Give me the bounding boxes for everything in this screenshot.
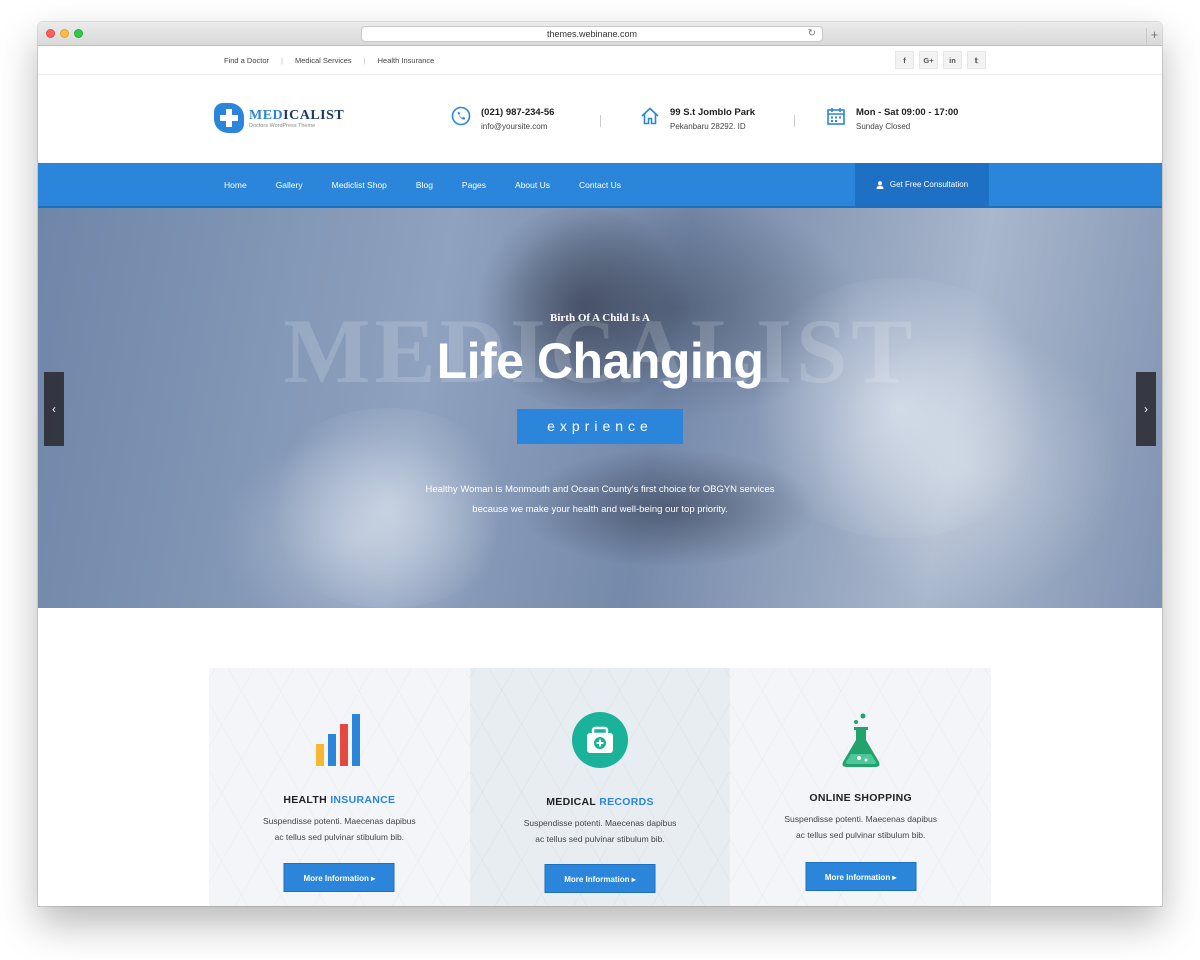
- nav-item-shop[interactable]: Mediclist Shop: [332, 180, 387, 190]
- feature-card-medical-records: MEDICAL RECORDS Suspendisse potenti. Mae…: [469, 668, 731, 906]
- hero-kicker: Birth Of A Child Is A: [550, 312, 650, 324]
- phone-number[interactable]: (021) 987-234-56: [481, 107, 554, 119]
- nav-menu: Home Gallery Mediclist Shop Blog Pages A…: [224, 163, 650, 206]
- divider: [600, 115, 601, 127]
- slider-next-button[interactable]: ›: [1136, 372, 1156, 446]
- main-nav: Home Gallery Mediclist Shop Blog Pages A…: [38, 163, 1162, 208]
- facebook-icon[interactable]: f: [895, 51, 914, 69]
- feature-cards: HEALTH INSURANCE Suspendisse potenti. Ma…: [209, 668, 992, 906]
- phone-icon: [451, 106, 471, 126]
- email-address[interactable]: info@yoursite.com: [481, 122, 554, 131]
- feature-card-online-shopping: ONLINE SHOPPING Suspendisse potenti. Mae…: [730, 668, 992, 906]
- utility-links: Find a Doctor | Medical Services | Healt…: [224, 46, 434, 74]
- reload-icon[interactable]: ↻: [808, 27, 816, 41]
- google-plus-icon[interactable]: G+: [919, 51, 938, 69]
- free-consultation-button[interactable]: Get Free Consultation: [855, 163, 989, 206]
- minimize-window-button[interactable]: [60, 29, 69, 38]
- logo-name: MEDICALIST: [249, 107, 345, 123]
- bar-chart-icon: [316, 714, 361, 766]
- browser-window: themes.webinane.com ↻ + Find a Doctor | …: [38, 22, 1162, 906]
- home-icon: [641, 107, 659, 125]
- linkedin-icon[interactable]: in: [943, 51, 962, 69]
- feature-description: Suspendisse potenti. Maecenas dapibus ac…: [263, 816, 416, 842]
- feature-description: Suspendisse potenti. Maecenas dapibus ac…: [523, 818, 677, 844]
- user-icon: [876, 180, 884, 189]
- opening-hours: Mon - Sat 09:00 - 17:00: [856, 107, 959, 118]
- maximize-window-button[interactable]: [74, 29, 83, 38]
- address-city: Pekanbaru 28292. ID: [670, 122, 746, 131]
- closed-days: Sunday Closed: [856, 122, 911, 131]
- feature-description: Suspendisse potenti. Maecenas dapibus ac…: [784, 814, 937, 840]
- more-information-button[interactable]: More Information ▸: [283, 863, 395, 892]
- nav-item-about[interactable]: About Us: [515, 180, 550, 190]
- link-find-a-doctor[interactable]: Find a Doctor: [224, 56, 269, 65]
- hero-title: Life Changing: [436, 333, 764, 389]
- calendar-icon: [827, 108, 845, 125]
- separator: |: [363, 55, 366, 65]
- feature-title: MEDICAL RECORDS: [546, 796, 654, 808]
- hero-description-line: because we make your health and well-bei…: [472, 504, 728, 515]
- close-window-button[interactable]: [46, 29, 55, 38]
- link-medical-services[interactable]: Medical Services: [295, 56, 352, 65]
- contact-address: 99 S.t Jomblo Park Pekanbaru 28292. ID: [640, 107, 755, 131]
- feature-title: HEALTH INSURANCE: [283, 794, 396, 806]
- medical-cross-icon: [214, 103, 244, 133]
- divider: [794, 115, 795, 127]
- link-health-insurance[interactable]: Health Insurance: [378, 56, 435, 65]
- new-tab-button[interactable]: +: [1146, 28, 1162, 44]
- hero-tag-button[interactable]: exprience: [517, 409, 683, 444]
- url-text: themes.webinane.com: [546, 29, 638, 39]
- site-logo[interactable]: MEDICALIST Doctors WordPress Theme: [214, 103, 344, 133]
- features-section: HEALTH INSURANCE Suspendisse potenti. Ma…: [38, 608, 1162, 906]
- social-links: f G+ in 𝕥: [895, 51, 986, 69]
- slider-prev-button[interactable]: ‹: [44, 372, 64, 446]
- consultation-label: Get Free Consultation: [889, 180, 969, 189]
- more-information-button[interactable]: More Information ▸: [544, 864, 656, 893]
- hero-description-line: Healthy Woman is Monmouth and Ocean Coun…: [425, 484, 775, 495]
- contact-hours: Mon - Sat 09:00 - 17:00 Sunday Closed: [826, 107, 958, 131]
- utility-bar: Find a Doctor | Medical Services | Healt…: [38, 46, 1162, 75]
- medical-kit-icon: [572, 712, 628, 768]
- more-information-button[interactable]: More Information ▸: [805, 862, 917, 891]
- flask-icon: [842, 713, 880, 767]
- address-bar[interactable]: themes.webinane.com ↻: [361, 26, 823, 42]
- nav-item-blog[interactable]: Blog: [416, 180, 433, 190]
- nav-item-gallery[interactable]: Gallery: [276, 180, 303, 190]
- feature-card-health-insurance: HEALTH INSURANCE Suspendisse potenti. Ma…: [209, 668, 470, 906]
- twitter-icon[interactable]: 𝕥: [967, 51, 986, 69]
- nav-item-contact[interactable]: Contact Us: [579, 180, 621, 190]
- site-header: MEDICALIST Doctors WordPress Theme (021)…: [38, 75, 1162, 163]
- hero-description: Healthy Woman is Monmouth and Ocean Coun…: [38, 480, 1162, 520]
- contact-phone: (021) 987-234-56 info@yoursite.com: [451, 106, 554, 131]
- browser-titlebar: themes.webinane.com ↻ +: [38, 22, 1162, 46]
- hero-slider: MEDICALIST Birth Of A Child Is A Life Ch…: [38, 208, 1162, 608]
- nav-item-pages[interactable]: Pages: [462, 180, 486, 190]
- feature-title: ONLINE SHOPPING: [809, 792, 912, 804]
- address-street: 99 S.t Jomblo Park: [670, 107, 756, 118]
- nav-item-home[interactable]: Home: [224, 180, 247, 190]
- separator: |: [281, 55, 283, 65]
